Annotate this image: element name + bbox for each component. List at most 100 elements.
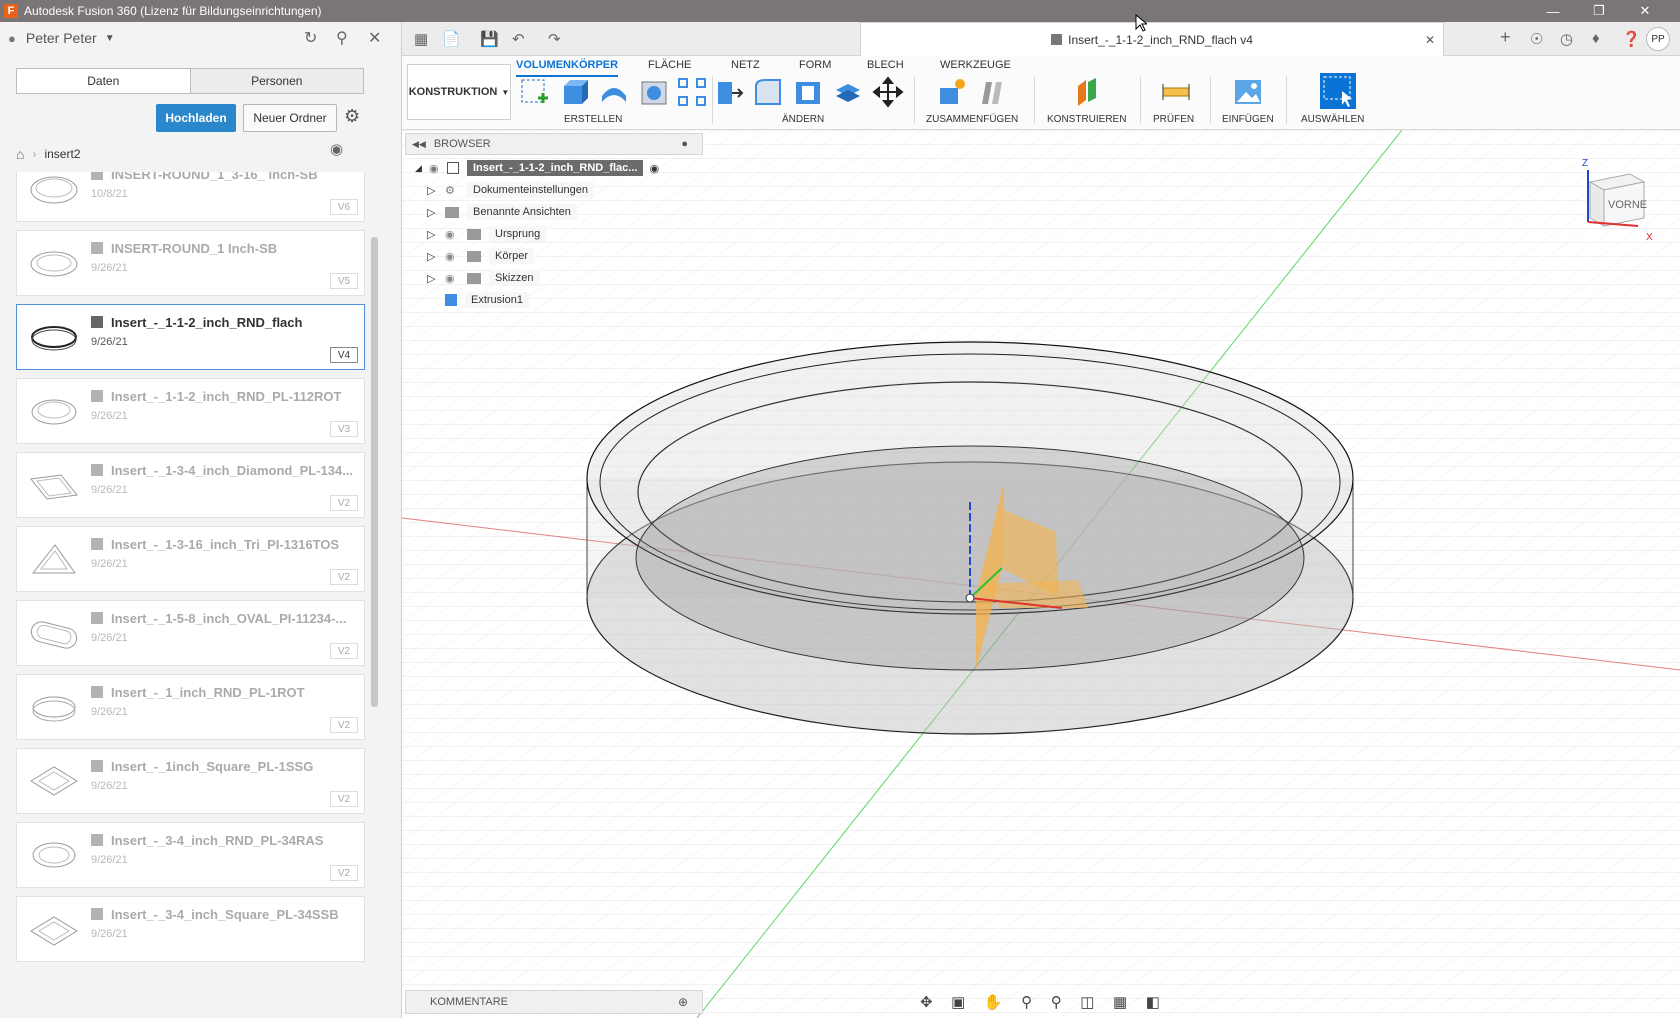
group-erstellen[interactable]: ERSTELLEN bbox=[564, 114, 622, 125]
version-badge[interactable]: V6 bbox=[330, 199, 358, 215]
version-badge[interactable]: V2 bbox=[330, 717, 358, 733]
new-tab-icon[interactable]: + bbox=[1500, 27, 1511, 48]
new-folder-button[interactable]: Neuer Ordner bbox=[243, 104, 337, 132]
display-settings-icon[interactable]: ◫ bbox=[1080, 993, 1094, 1011]
fillet-icon[interactable] bbox=[752, 76, 784, 108]
visibility-eye-icon[interactable]: ◉ bbox=[429, 162, 447, 175]
settings-gear-icon[interactable]: ⚙ bbox=[344, 106, 360, 127]
file-card[interactable]: Insert_-_1inch_Square_PL-1SSG 9/26/21 V2 bbox=[16, 748, 365, 814]
file-card[interactable]: Insert_-_1-3-16_inch_Tri_PI-1316TOS 9/26… bbox=[16, 526, 365, 592]
grid-settings-icon[interactable]: ▦ bbox=[1113, 993, 1127, 1011]
undo-icon[interactable]: ↶ bbox=[512, 30, 525, 48]
visibility-eye-icon[interactable]: ◉ bbox=[445, 250, 467, 263]
document-tab[interactable]: Insert_-_1-1-2_inch_RND_flach v4 ✕ bbox=[860, 22, 1444, 56]
user-avatar[interactable]: PP bbox=[1646, 27, 1670, 51]
press-pull-icon[interactable] bbox=[714, 76, 746, 108]
comments-panel[interactable]: KOMMENTARE ⊕ bbox=[405, 990, 703, 1014]
tab-personen[interactable]: Personen bbox=[189, 69, 363, 93]
combine-icon[interactable] bbox=[832, 76, 864, 108]
browser-panel-header[interactable]: ◀◀ BROWSER ● bbox=[405, 133, 703, 155]
move-icon[interactable] bbox=[872, 76, 904, 108]
user-name-dropdown[interactable]: Peter Peter bbox=[26, 30, 97, 46]
grid-menu-icon[interactable]: ▦ bbox=[414, 30, 428, 48]
file-card[interactable]: INSERT-ROUND_1 Inch-SB 9/26/21 V5 bbox=[16, 230, 365, 296]
group-auswaehlen[interactable]: AUSWÄHLEN bbox=[1301, 114, 1364, 125]
close-tab-icon[interactable]: ✕ bbox=[1425, 33, 1435, 47]
revolve-icon[interactable] bbox=[598, 76, 630, 108]
tab-volumenkoerper[interactable]: VOLUMENKÖRPER bbox=[516, 59, 619, 77]
expand-arrow-icon[interactable]: ▷ bbox=[427, 228, 445, 241]
tree-root[interactable]: ◢ ◉ Insert_-_1-1-2_inch_RND_flac... ◉ bbox=[415, 157, 659, 179]
group-konstruieren[interactable]: KONSTRUIEREN bbox=[1047, 114, 1126, 125]
tab-daten[interactable]: Daten bbox=[17, 69, 190, 93]
globe-icon[interactable]: ◉ bbox=[330, 140, 343, 158]
version-badge[interactable]: V2 bbox=[330, 495, 358, 511]
save-icon[interactable]: 💾 bbox=[480, 30, 499, 48]
visibility-eye-icon[interactable]: ◉ bbox=[445, 272, 467, 285]
tree-item-skizzen[interactable]: ▷ ◉ Skizzen bbox=[427, 267, 540, 289]
expand-root-icon[interactable]: ◢ bbox=[415, 163, 429, 174]
file-card[interactable]: Insert_-_1_inch_RND_PL-1ROT 9/26/21 V2 bbox=[16, 674, 365, 740]
close-panel-icon[interactable]: ✕ bbox=[368, 28, 381, 48]
collapse-left-icon[interactable]: ◀◀ bbox=[412, 139, 426, 150]
activate-radio-icon[interactable]: ◉ bbox=[649, 162, 659, 175]
joint-icon[interactable] bbox=[976, 76, 1008, 108]
expand-arrow-icon[interactable]: ▷ bbox=[427, 206, 445, 219]
group-einfuegen[interactable]: EINFÜGEN bbox=[1222, 114, 1274, 125]
tree-item-dokumenteinstellungen[interactable]: ▷ ⚙ Dokumenteinstellungen bbox=[427, 179, 594, 201]
version-badge[interactable]: V4 bbox=[330, 347, 358, 363]
hole-icon[interactable] bbox=[638, 76, 670, 108]
add-comment-icon[interactable]: ⊕ bbox=[678, 995, 688, 1009]
look-at-icon[interactable]: ▣ bbox=[951, 993, 965, 1011]
file-card[interactable]: Insert_-_1-3-4_inch_Diamond_PL-134... 9/… bbox=[16, 452, 365, 518]
notifications-icon[interactable]: ♦ bbox=[1592, 30, 1600, 47]
file-card[interactable]: Insert_-_3-4_inch_Square_PL-34SSB 9/26/2… bbox=[16, 896, 365, 962]
collapse-browser-icon[interactable]: ● bbox=[681, 138, 688, 150]
minimize-button[interactable]: — bbox=[1530, 0, 1576, 22]
home-icon[interactable]: ⌂ bbox=[16, 146, 24, 162]
file-card[interactable]: Insert_-_1-5-8_inch_OVAL_PI-11234-... 9/… bbox=[16, 600, 365, 666]
redo-icon[interactable]: ↷ bbox=[548, 30, 561, 48]
group-zusammenfuegen[interactable]: ZUSAMMENFÜGEN bbox=[926, 114, 1018, 125]
pan-hand-icon[interactable]: ✋ bbox=[984, 993, 1003, 1011]
extensions-icon[interactable]: ☉ bbox=[1530, 30, 1543, 48]
help-icon[interactable]: ❓ bbox=[1622, 30, 1641, 48]
tab-blech[interactable]: BLECH bbox=[867, 59, 904, 71]
tab-form[interactable]: FORM bbox=[799, 59, 831, 71]
group-pruefen[interactable]: PRÜFEN bbox=[1153, 114, 1194, 125]
version-badge[interactable]: V2 bbox=[330, 865, 358, 881]
upload-button[interactable]: Hochladen bbox=[156, 104, 236, 132]
extrude-icon[interactable] bbox=[558, 76, 590, 108]
file-card[interactable]: INSERT-ROUND_1_3-16_ inch-SB 10/8/21 V6 bbox=[16, 172, 365, 222]
version-badge[interactable]: V3 bbox=[330, 421, 358, 437]
tree-item-ursprung[interactable]: ▷ ◉ Ursprung bbox=[427, 223, 547, 245]
expand-arrow-icon[interactable]: ▷ bbox=[427, 184, 445, 197]
tree-item-extrusion1[interactable]: Extrusion1 bbox=[445, 289, 529, 311]
tab-netz[interactable]: NETZ bbox=[731, 59, 760, 71]
insert-image-icon[interactable] bbox=[1232, 76, 1264, 108]
group-aendern[interactable]: ÄNDERN bbox=[782, 114, 824, 125]
zoom-icon[interactable]: ⚲ bbox=[1021, 993, 1032, 1011]
version-badge[interactable]: V2 bbox=[330, 643, 358, 659]
tree-item-benannte-ansichten[interactable]: ▷ Benannte Ansichten bbox=[427, 201, 577, 223]
refresh-icon[interactable]: ↻ bbox=[304, 28, 317, 48]
create-sketch-icon[interactable] bbox=[518, 76, 550, 108]
new-component-icon[interactable] bbox=[936, 76, 968, 108]
file-card[interactable]: Insert_-_1-1-2_inch_RND_PL-112ROT 9/26/2… bbox=[16, 378, 365, 444]
workspace-switcher[interactable]: KONSTRUKTION ▼ bbox=[407, 64, 511, 120]
pattern-icon[interactable] bbox=[676, 76, 708, 108]
search-icon[interactable]: ⚲ bbox=[336, 28, 348, 48]
expand-arrow-icon[interactable]: ▷ bbox=[427, 272, 445, 285]
select-icon[interactable] bbox=[1320, 73, 1356, 109]
file-menu-icon[interactable]: 📄 bbox=[442, 30, 461, 48]
file-list-scrollbar[interactable] bbox=[371, 237, 378, 707]
offset-plane-icon[interactable] bbox=[1072, 76, 1104, 108]
maximize-button[interactable]: ❐ bbox=[1576, 0, 1622, 22]
file-card-selected[interactable]: Insert_-_1-1-2_inch_RND_flach 9/26/21 V4 bbox=[16, 304, 365, 370]
file-card[interactable]: Insert_-_3-4_inch_RND_PL-34RAS 9/26/21 V… bbox=[16, 822, 365, 888]
version-badge[interactable]: V2 bbox=[330, 791, 358, 807]
shell-icon[interactable] bbox=[792, 76, 824, 108]
breadcrumb-folder[interactable]: insert2 bbox=[44, 147, 80, 161]
measure-icon[interactable] bbox=[1160, 76, 1192, 108]
tab-werkzeuge[interactable]: WERKZEUGE bbox=[940, 59, 1011, 71]
